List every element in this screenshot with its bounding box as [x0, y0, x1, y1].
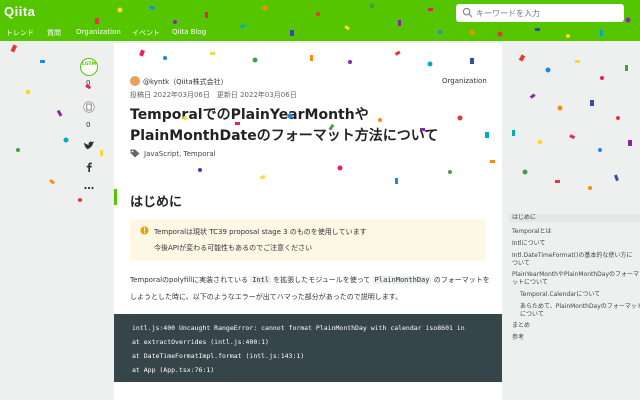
- note-line-2: 今後APIが変わる可能性もあるのでご注意ください: [154, 244, 313, 252]
- author-avatar[interactable]: [130, 76, 140, 86]
- qiita-logo[interactable]: Qiita: [4, 4, 35, 19]
- warning-note: Temporalは現状 TC39 proposal stage 3 のものを使用…: [130, 219, 486, 261]
- stock-bookmark-icon[interactable]: [83, 101, 95, 113]
- stock-count: 0: [86, 121, 91, 129]
- post-dates: 投稿日 2022年03月06日 更新日 2022年03月06日: [130, 91, 297, 99]
- organization-link[interactable]: Organization: [442, 77, 487, 85]
- facebook-icon[interactable]: [83, 161, 95, 173]
- search-icon: [462, 7, 473, 18]
- para-text: Temporalのpolyfillに実装されている: [130, 276, 251, 284]
- more-options-icon[interactable]: [83, 182, 95, 194]
- inline-code: PlainMonthDay: [372, 276, 432, 284]
- code-line: at App (App.tsx:76:1): [132, 366, 215, 374]
- article-tags[interactable]: JavaScript, Temporal: [144, 150, 216, 158]
- nav-questions[interactable]: 質問: [47, 28, 61, 38]
- article-body: @kyntk（Qiita株式会社） Organization 投稿日 2022年…: [114, 43, 502, 400]
- toc-item[interactable]: あらためて、PlainMonthDayのフォーマット: [520, 303, 640, 311]
- section-heading: はじめに: [130, 195, 183, 210]
- lgtm-count: 0: [86, 79, 91, 87]
- article-title: TemporalでのPlainYearMonthやPlainMonthDateの…: [130, 107, 439, 144]
- toc-item[interactable]: ットについて: [512, 279, 548, 287]
- toc-item[interactable]: Temporalとは: [512, 228, 551, 236]
- nav-trend[interactable]: トレンド: [6, 28, 34, 38]
- lgtm-button[interactable]: LGTM: [80, 58, 98, 76]
- heading-accent: [114, 189, 117, 205]
- code-line: at extractOverrides (intl.js:400:1): [132, 338, 269, 346]
- twitter-icon[interactable]: [83, 140, 95, 152]
- warning-icon: [140, 226, 149, 235]
- author-name[interactable]: @kyntk（Qiita株式会社）: [143, 77, 228, 87]
- toc-item[interactable]: PlainYearMonthやPlainMonthDayのフォーマ: [512, 271, 639, 279]
- toc-item[interactable]: 参考: [512, 334, 524, 342]
- nav-qiita-blog[interactable]: Qiita Blog: [172, 28, 206, 36]
- tag-icon: [130, 149, 140, 158]
- toc-item[interactable]: まとめ: [512, 322, 530, 330]
- note-line-1: Temporalは現状 TC39 proposal stage 3 のものを使用…: [154, 228, 367, 236]
- site-header: Qiita トレンド 質問 Organization イベント Qiita Bl…: [0, 0, 640, 41]
- toc-item[interactable]: ついて: [512, 260, 530, 268]
- inline-code: Intl: [250, 276, 272, 284]
- intro-paragraph: Temporalのpolyfillに実装されている Intl を拡張したモジュー…: [130, 272, 490, 306]
- para-text: を拡張したモジュールを使って: [271, 276, 373, 284]
- nav-events[interactable]: イベント: [132, 28, 160, 38]
- toc-item[interactable]: Intlについて: [512, 240, 545, 248]
- search-input[interactable]: [476, 5, 620, 21]
- toc-item[interactable]: Temporal.Calendarについて: [520, 291, 600, 299]
- toc-item[interactable]: Intl.DateTimeFormat()の基本的な使い方に: [512, 252, 632, 260]
- search-box[interactable]: [456, 4, 624, 22]
- nav-organization[interactable]: Organization: [76, 28, 121, 36]
- code-block: intl.js:400 Uncaught RangeError: cannot …: [114, 314, 502, 382]
- code-line: intl.js:400 Uncaught RangeError: cannot …: [132, 324, 465, 332]
- code-line: at DateTimeFormatImpl.format (intl.js:14…: [132, 352, 305, 360]
- toc-item[interactable]: はじめに: [509, 214, 640, 222]
- toc-item[interactable]: について: [520, 311, 544, 319]
